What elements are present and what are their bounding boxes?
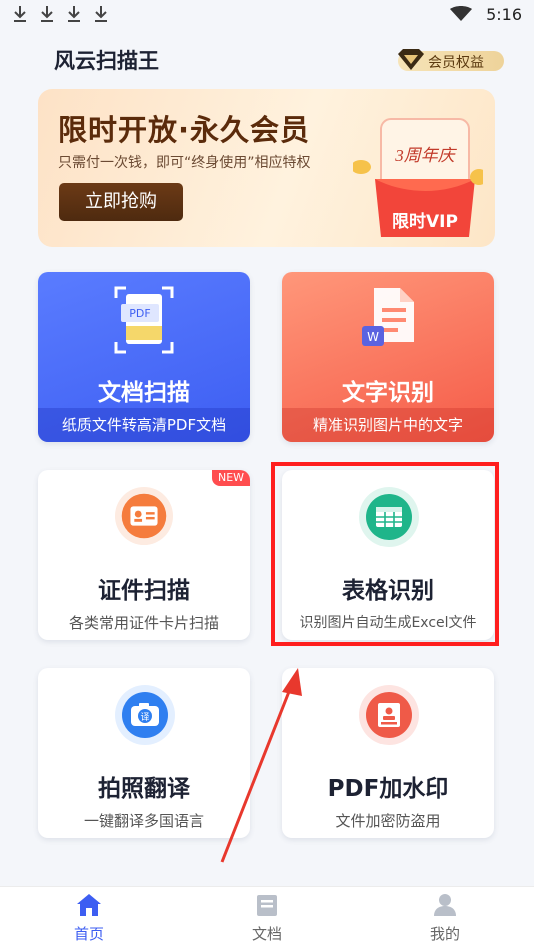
banner-title: 限时开放·永久会员: [58, 113, 311, 147]
nav-documents[interactable]: 文档: [227, 893, 307, 944]
home-icon: [77, 894, 101, 916]
pdf-scan-icon: PDF: [114, 286, 174, 354]
card-id-scan[interactable]: NEW 证件扫描 各类常用证件卡片扫描: [38, 470, 250, 640]
vip-benefits-label: 会员权益: [428, 55, 484, 71]
nav-profile[interactable]: 我的: [405, 893, 485, 944]
nav-home[interactable]: 首页: [49, 893, 129, 944]
wifi-icon: [450, 6, 472, 21]
download-icon: [14, 6, 26, 22]
card-title: 文档扫描: [98, 380, 190, 406]
card-title: 文字识别: [342, 380, 434, 406]
status-time: 5:16: [486, 5, 522, 24]
nav-label: 首页: [73, 925, 104, 943]
translate-badge: 译: [140, 712, 149, 723]
download-icon: [41, 6, 53, 22]
document-icon: [257, 895, 277, 916]
gift-label-1: 3周年庆: [394, 146, 457, 165]
promo-banner[interactable]: 限时开放·永久会员 只需付一次钱，即可“终身使用”相应特权 立即抢购 3周年庆 …: [38, 89, 495, 247]
card-text-recognition[interactable]: W 文字识别 精准识别图片中的文字: [282, 272, 494, 442]
word-badge: W: [367, 330, 379, 344]
card-title: 拍照翻译: [98, 776, 190, 802]
nav-label: 我的: [429, 925, 460, 943]
card-title: 证件扫描: [98, 578, 190, 604]
card-subtitle: 精准识别图片中的文字: [312, 416, 463, 434]
card-subtitle: 纸质文件转高清PDF文档: [61, 416, 227, 434]
download-icon: [68, 6, 80, 22]
card-subtitle: 文件加密防盗用: [335, 812, 441, 830]
bottom-nav: 首页 文档 我的: [0, 886, 534, 950]
card-pdf-watermark[interactable]: PDF加水印 文件加密防盗用: [282, 668, 494, 838]
card-title: PDF加水印: [327, 776, 449, 802]
pdf-badge: PDF: [129, 307, 150, 320]
camera-translate-icon: 译: [115, 685, 175, 745]
card-subtitle: 各类常用证件卡片扫描: [68, 614, 219, 632]
gift-label-2: 限时VIP: [392, 212, 458, 232]
new-badge: NEW: [212, 470, 250, 486]
profile-icon: [434, 894, 456, 916]
download-icon: [95, 6, 107, 22]
card-subtitle: 一键翻译多国语言: [83, 812, 204, 830]
app-title: 风云扫描王: [54, 49, 159, 73]
vip-benefits-button[interactable]: 会员权益: [398, 49, 504, 71]
nav-label: 文档: [251, 925, 282, 943]
card-document-scan[interactable]: PDF 文档扫描 纸质文件转高清PDF文档: [38, 272, 250, 442]
buy-now-button[interactable]: 立即抢购: [59, 183, 183, 221]
highlight-box: [271, 462, 499, 646]
id-card-icon: [114, 486, 174, 546]
anniversary-gift-icon: 3周年庆 限时VIP: [353, 118, 483, 237]
status-bar: 5:16: [0, 0, 534, 30]
banner-subtitle: 只需付一次钱，即可“终身使用”相应特权: [58, 155, 311, 171]
card-photo-translate[interactable]: 译 拍照翻译 一键翻译多国语言: [38, 668, 250, 838]
watermark-icon: [359, 685, 419, 745]
word-doc-icon: W: [362, 288, 414, 346]
diamond-icon: [398, 49, 424, 70]
